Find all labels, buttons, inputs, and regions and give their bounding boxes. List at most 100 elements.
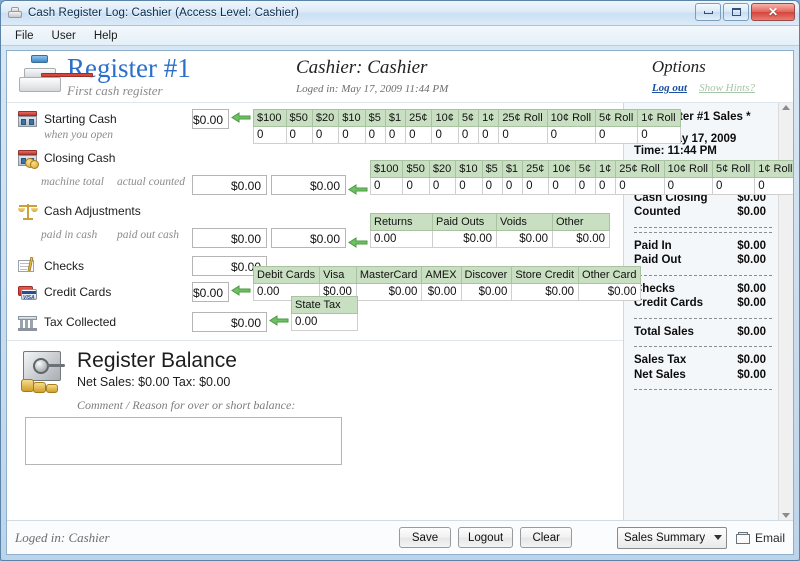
card-cell[interactable]: $0.00 [511,283,580,301]
card-cell[interactable]: $0.00 [355,283,423,301]
maximize-button[interactable] [723,3,749,21]
menu-file[interactable]: File [7,28,42,44]
denom-cell[interactable]: 0 [711,177,756,195]
denom-cell[interactable]: 0 [428,177,457,195]
table-header-row: State Tax [291,296,358,314]
minimize-icon [703,10,713,14]
paid-out-cash-input[interactable]: $0.00 [271,228,346,248]
tax-collected-input[interactable]: $0.00 [192,312,267,332]
checks-labels: Checks [17,256,192,276]
denom-cell[interactable]: 0 [498,126,548,144]
scroll-down-icon[interactable] [782,513,790,518]
logout-link[interactable]: Log out [652,82,687,94]
adjustment-cell[interactable]: $0.00 [496,230,553,248]
denom-header: $100 [369,160,404,178]
denom-cell[interactable]: 0 [546,126,597,144]
denom-cell[interactable]: 0 [615,177,665,195]
starting-cash-labels: Starting Cash when you open [17,109,192,141]
card-cell[interactable]: $0.00 [460,283,513,301]
summary-item: Counted $0.00 [634,205,772,220]
denom-cell[interactable]: 0 [384,126,407,144]
denom-cell[interactable]: 0 [369,177,404,195]
denom-header: 1¢ Roll [637,109,681,127]
denom-header: 5¢ Roll [595,109,639,127]
denom-cell[interactable]: 0 [637,126,681,144]
menu-help[interactable]: Help [86,28,126,44]
denom-cell[interactable]: 0 [364,126,386,144]
denom-cell[interactable]: 0 [311,126,340,144]
clear-button[interactable]: Clear [520,527,573,548]
logout-button[interactable]: Logout [458,527,514,548]
summary-item-value: $0.00 [737,297,766,309]
bank-icon [17,312,39,332]
adjustment-cell[interactable]: 0.00 [370,230,433,248]
denom-cell[interactable]: 0 [574,177,597,195]
status-logged-in: Loged in: Cashier [15,529,110,545]
credit-cards-input[interactable]: $0.00 [192,282,230,302]
denom-cell[interactable]: 0 [402,177,430,195]
denom-cell[interactable]: 0 [481,177,503,195]
divider [634,274,772,276]
save-button[interactable]: Save [399,527,451,548]
minimize-button[interactable] [695,3,721,21]
denom-header: $100 [253,109,287,127]
closing-cash-machine-input[interactable]: $0.00 [192,175,267,195]
scroll-up-icon[interactable] [782,105,790,110]
register-subtitle: First cash register [67,83,163,99]
denom-header: $1 [384,109,407,127]
denom-cell[interactable]: 0 [253,126,287,144]
denom-header: 10¢ Roll [663,160,714,178]
menu-user[interactable]: User [44,28,84,44]
denom-cell[interactable]: 0 [478,126,500,144]
denom-cell[interactable]: 0 [754,177,793,195]
denom-cell[interactable]: 0 [548,177,576,195]
email-button[interactable]: Email [735,531,785,545]
denom-cell[interactable]: 0 [501,177,524,195]
report-select[interactable]: Sales Summary [616,526,727,549]
denom-header: 25¢ [405,109,433,127]
tax-cell[interactable]: 0.00 [291,313,358,331]
adjustment-cell[interactable]: $0.00 [552,230,610,248]
denom-cell[interactable]: 0 [338,126,366,144]
report-controls: Sales Summary Email [616,526,785,549]
denom-header: 5¢ Roll [711,160,756,178]
starting-cash-label: Starting Cash [44,112,117,126]
register-identity: Register #1 First cash register [17,53,191,99]
denom-cell[interactable]: 0 [663,177,714,195]
denom-header: 25¢ Roll [498,109,548,127]
denom-header: $1 [501,160,524,178]
card-cell[interactable]: $0.00 [421,283,462,301]
summary-item-label: Sales Tax [634,354,687,366]
adjustment-cell[interactable]: $0.00 [432,230,497,248]
summary-item-value: $0.00 [737,239,766,252]
denom-cell[interactable]: 0 [285,126,313,144]
card-header: Store Credit [511,266,580,284]
denom-cell[interactable]: 0 [522,177,550,195]
close-button[interactable]: ✕ [751,3,795,21]
starting-cash-input[interactable]: $0.00 [192,109,230,129]
denom-header: $50 [285,109,313,127]
denom-cell[interactable]: 0 [431,126,459,144]
card-cell[interactable]: $0.00 [578,283,642,301]
denom-header: 10¢ [548,160,576,178]
denom-cell[interactable]: 0 [455,177,483,195]
denom-cell[interactable]: 0 [405,126,433,144]
paid-in-sublabel: paid in cash [41,229,98,241]
closing-cash-counted-input[interactable]: $0.00 [271,175,346,195]
denom-cell[interactable]: 0 [595,177,617,195]
denom-cell[interactable]: 0 [595,126,639,144]
table-row: 0.00 [291,313,358,331]
cashier-title: Cashier: Cashier [296,57,428,78]
denom-header: 1¢ Roll [754,160,793,178]
show-hints-link[interactable]: Show Hints? [699,82,755,94]
summary-item-label: Total Sales [634,325,694,338]
comment-textarea[interactable] [25,417,342,466]
denom-cell[interactable]: 0 [457,126,480,144]
register-balance-title: Register Balance [77,349,237,372]
cash-adjustments-labels: Cash Adjustments paid in cash paid out c… [17,201,192,241]
divider [634,389,772,390]
paid-in-cash-input[interactable]: $0.00 [192,228,267,248]
denom-header: 1¢ [478,109,500,127]
denom-header: 25¢ [522,160,550,178]
summary-item-label: Credit Cards [634,297,704,309]
